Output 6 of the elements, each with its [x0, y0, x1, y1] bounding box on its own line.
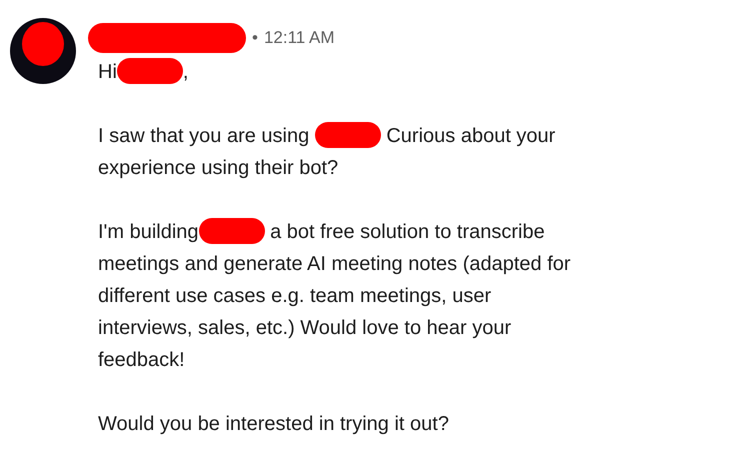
message-paragraph: Hi , — [98, 56, 571, 88]
message-paragraph: I saw that you are using Curious about your experience using their bot? — [98, 120, 571, 184]
message-paragraph: I'm building a bot free solution to transcribe meetings and generate AI meeting notes (adapted for different use cases e.g. team meetings, user interviews, sales, etc.) Would love to hear your feedback! — [98, 216, 571, 376]
message-time: 12:11 AM — [264, 28, 335, 48]
separator-dot: • — [252, 28, 258, 48]
message-paragraph: Would you be interested in trying it out? — [98, 412, 450, 437]
